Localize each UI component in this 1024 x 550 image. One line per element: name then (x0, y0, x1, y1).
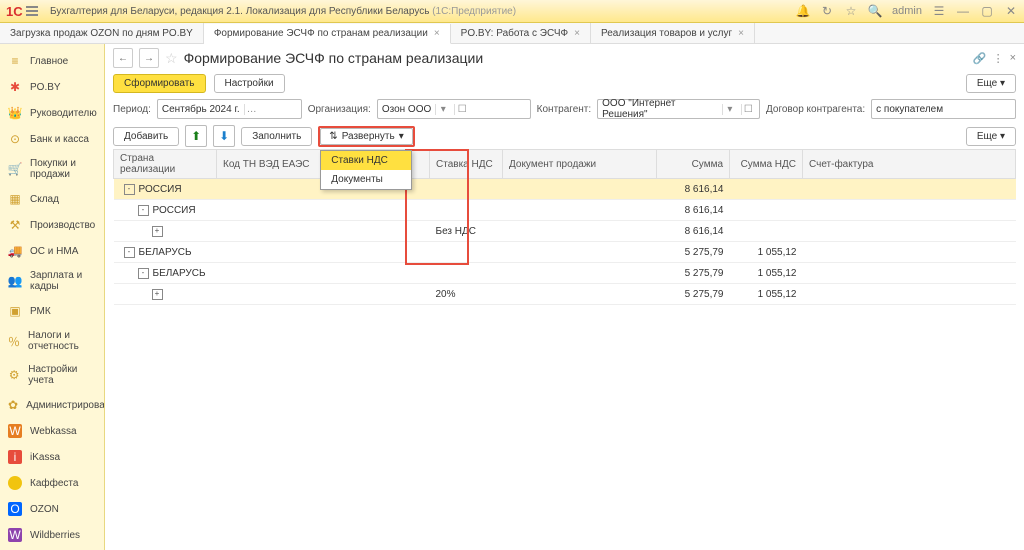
dogovor-field[interactable]: с покупателем (871, 99, 1016, 119)
app-title: Бухгалтерия для Беларуси, редакция 2.1. … (50, 6, 516, 17)
table-row[interactable]: -БЕЛАРУСЬ5 275,791 055,12 (114, 242, 1016, 263)
expand-menu: Ставки НДС Документы (320, 150, 412, 190)
back-button[interactable]: ← (113, 48, 133, 68)
contr-label: Контрагент: (537, 104, 591, 115)
table-row[interactable]: -БЕЛАРУСЬ5 275,791 055,12 (114, 263, 1016, 284)
sidebar-item[interactable]: ✱PO.BY (0, 74, 104, 100)
data-table: Страна реализации Код ТН ВЭД ЕАЭС Ставка… (113, 149, 1016, 305)
bank-icon: ⊙ (8, 132, 22, 146)
people-icon: 👥 (8, 274, 22, 288)
factory-icon: ⚒ (8, 218, 22, 232)
table-row[interactable]: -РОССИЯ8 616,14 (114, 179, 1016, 200)
sidebar-item[interactable]: 🛒Покупки и продажи (0, 152, 104, 186)
star-icon: ✱ (8, 80, 22, 94)
period-label: Период: (113, 104, 151, 115)
star-icon[interactable]: ☆ (844, 4, 858, 18)
admin-icon: ✿ (8, 398, 18, 412)
period-field[interactable]: Сентябрь 2024 г.… (157, 99, 302, 119)
cart-icon: 🛒 (8, 162, 22, 176)
webkassa-icon: W (8, 424, 22, 438)
options-icon[interactable]: ☰ (932, 4, 946, 18)
menu-icon[interactable] (26, 3, 42, 19)
sidebar-item[interactable]: ▦Склад (0, 186, 104, 212)
sidebar-item[interactable]: 👑Руководителю (0, 100, 104, 126)
menu-item-rates[interactable]: Ставки НДС (321, 151, 411, 170)
close-page-icon[interactable]: × (1010, 52, 1016, 65)
manager-icon: 👑 (8, 106, 22, 120)
tab-item[interactable]: Реализация товаров и услуг× (591, 23, 755, 43)
warehouse-icon: ▦ (8, 192, 22, 206)
search-icon[interactable]: 🔍 (868, 4, 882, 18)
move-down-button[interactable]: ⬇ (213, 125, 235, 147)
truck-icon: 🚚 (8, 244, 22, 258)
org-label: Организация: (308, 104, 371, 115)
tab-close-icon[interactable]: × (574, 28, 580, 39)
sidebar-item[interactable]: OOZON (0, 496, 104, 522)
favorite-icon[interactable]: ☆ (165, 50, 178, 67)
minimize-icon[interactable]: — (956, 4, 970, 18)
tab-item[interactable]: Формирование ЭСЧФ по странам реализации× (204, 24, 451, 44)
col-sum[interactable]: Сумма (657, 150, 730, 179)
tax-icon: ％ (8, 334, 20, 348)
more-button[interactable]: Еще ▾ (966, 74, 1016, 93)
more-button-2[interactable]: Еще ▾ (966, 127, 1016, 146)
move-up-button[interactable]: ⬆ (185, 125, 207, 147)
sidebar-item[interactable]: ≡Главное (0, 48, 104, 74)
menu-item-documents[interactable]: Документы (321, 170, 411, 189)
org-field[interactable]: Озон ООО▾☐ (377, 99, 531, 119)
kaffesta-icon (8, 476, 22, 490)
ozon-icon: O (8, 502, 22, 516)
user-label[interactable]: admin (892, 5, 922, 17)
sidebar-item[interactable]: ⊙Банк и касса (0, 126, 104, 152)
generate-button[interactable]: Сформировать (113, 74, 206, 93)
sidebar-item[interactable]: iiKassa (0, 444, 104, 470)
add-button[interactable]: Добавить (113, 127, 179, 146)
sidebar-item[interactable]: WWebkassa (0, 418, 104, 444)
wildberries-icon: W (8, 528, 22, 542)
settings-button[interactable]: Настройки (214, 74, 285, 93)
tab-strip: Загрузка продаж OZON по дням PO.BY Форми… (0, 23, 1024, 44)
restore-icon[interactable]: ▢ (980, 4, 994, 18)
sidebar-item[interactable]: ％Налоги и отчетность (0, 324, 104, 358)
app-logo: 1C (6, 3, 22, 19)
sidebar-item[interactable]: ✿Администрирование (0, 392, 104, 418)
tab-item[interactable]: PO.BY: Работа с ЭСЧФ× (451, 23, 591, 43)
sidebar-item[interactable]: ▣РМК (0, 298, 104, 324)
table-row[interactable]: +20%5 275,791 055,12 (114, 284, 1016, 305)
link-icon[interactable]: 🔗 (973, 52, 987, 65)
dogovor-label: Договор контрагента: (766, 104, 865, 115)
col-sumvat[interactable]: Сумма НДС (730, 150, 803, 179)
calendar-icon: … (244, 104, 259, 115)
title-bar: 1C Бухгалтерия для Беларуси, редакция 2.… (0, 0, 1024, 23)
settings-icon: ⚙ (8, 368, 20, 382)
home-icon: ≡ (8, 54, 22, 68)
page-title: Формирование ЭСЧФ по странам реализации (184, 50, 484, 66)
table-row[interactable]: -РОССИЯ8 616,14 (114, 200, 1016, 221)
col-country[interactable]: Страна реализации (114, 150, 217, 179)
sidebar: ≡Главное ✱PO.BY 👑Руководителю ⊙Банк и ка… (0, 44, 105, 550)
bell-icon[interactable]: 🔔 (796, 4, 810, 18)
expand-button[interactable]: ⇅Развернуть▾ (320, 128, 412, 145)
close-icon[interactable]: ✕ (1004, 4, 1018, 18)
contragent-field[interactable]: ООО "Интернет Решения"▾☐ (597, 99, 760, 119)
sidebar-item[interactable]: ⚙Настройки учета (0, 358, 104, 392)
ikassa-icon: i (8, 450, 22, 464)
sidebar-item[interactable]: ⚒Производство (0, 212, 104, 238)
sidebar-item[interactable]: 👥Зарплата и кадры (0, 264, 104, 298)
col-doc[interactable]: Документ продажи (503, 150, 657, 179)
sidebar-item[interactable]: WWildberries (0, 522, 104, 548)
forward-button[interactable]: → (139, 48, 159, 68)
history-icon[interactable]: ↻ (820, 4, 834, 18)
tab-close-icon[interactable]: × (434, 28, 440, 39)
table-row[interactable]: +Без НДС8 616,14 (114, 221, 1016, 242)
kebab-icon[interactable]: ⋮ (993, 52, 1004, 65)
tab-item[interactable]: Загрузка продаж OZON по дням PO.BY (0, 23, 204, 43)
sidebar-item[interactable]: Каффеста (0, 470, 104, 496)
tab-close-icon[interactable]: × (738, 28, 744, 39)
pos-icon: ▣ (8, 304, 22, 318)
col-invoice[interactable]: Счет-фактура (803, 150, 1016, 179)
col-rate[interactable]: Ставка НДС (430, 150, 503, 179)
fill-button[interactable]: Заполнить (241, 127, 312, 146)
sidebar-item[interactable]: 🚚ОС и НМА (0, 238, 104, 264)
